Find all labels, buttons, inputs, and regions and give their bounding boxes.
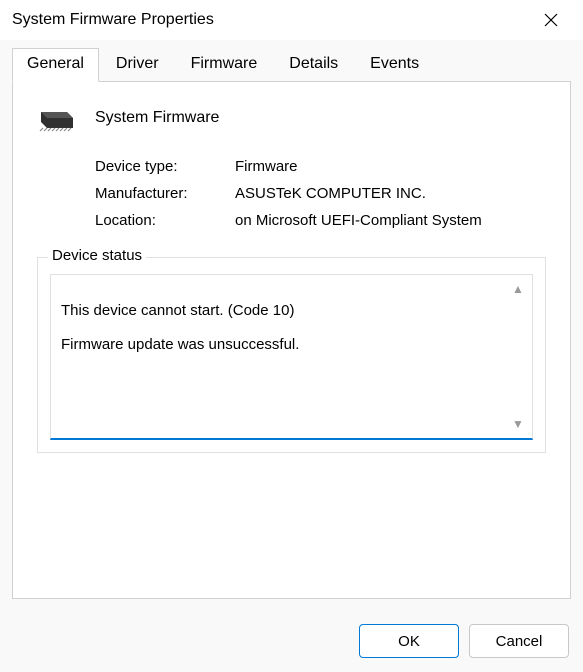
manufacturer-value: ASUSTeK COMPUTER INC. [235, 185, 546, 202]
tab-general[interactable]: General [12, 48, 99, 82]
tab-panel-general: System Firmware Device type: Firmware Ma… [12, 81, 571, 599]
location-label: Location: [95, 212, 235, 229]
window-title: System Firmware Properties [12, 11, 214, 29]
location-value: on Microsoft UEFI-Compliant System [235, 212, 546, 229]
device-status-textbox[interactable]: This device cannot start. (Code 10) Firm… [50, 274, 533, 440]
device-status-legend: Device status [48, 247, 146, 264]
ok-button[interactable]: OK [359, 624, 459, 658]
device-info-grid: Device type: Firmware Manufacturer: ASUS… [95, 158, 546, 229]
firmware-chip-icon [37, 104, 77, 132]
titlebar: System Firmware Properties [0, 0, 583, 40]
close-button[interactable] [531, 0, 571, 40]
scroll-down-icon[interactable]: ▼ [510, 416, 526, 432]
cancel-button[interactable]: Cancel [469, 624, 569, 658]
scroll-up-icon[interactable]: ▲ [510, 281, 526, 297]
device-type-label: Device type: [95, 158, 235, 175]
tab-firmware[interactable]: Firmware [176, 48, 273, 82]
tab-events[interactable]: Events [355, 48, 434, 82]
tab-strip: General Driver Firmware Details Events [0, 40, 583, 82]
device-name: System Firmware [95, 109, 219, 127]
tab-details[interactable]: Details [274, 48, 353, 82]
tab-driver[interactable]: Driver [101, 48, 174, 82]
device-header: System Firmware [37, 104, 546, 132]
manufacturer-label: Manufacturer: [95, 185, 235, 202]
device-type-value: Firmware [235, 158, 546, 175]
dialog-buttons: OK Cancel [359, 624, 569, 658]
device-status-text: This device cannot start. (Code 10) Firm… [61, 302, 299, 353]
close-icon [544, 13, 558, 27]
device-status-group: Device status This device cannot start. … [37, 257, 546, 453]
